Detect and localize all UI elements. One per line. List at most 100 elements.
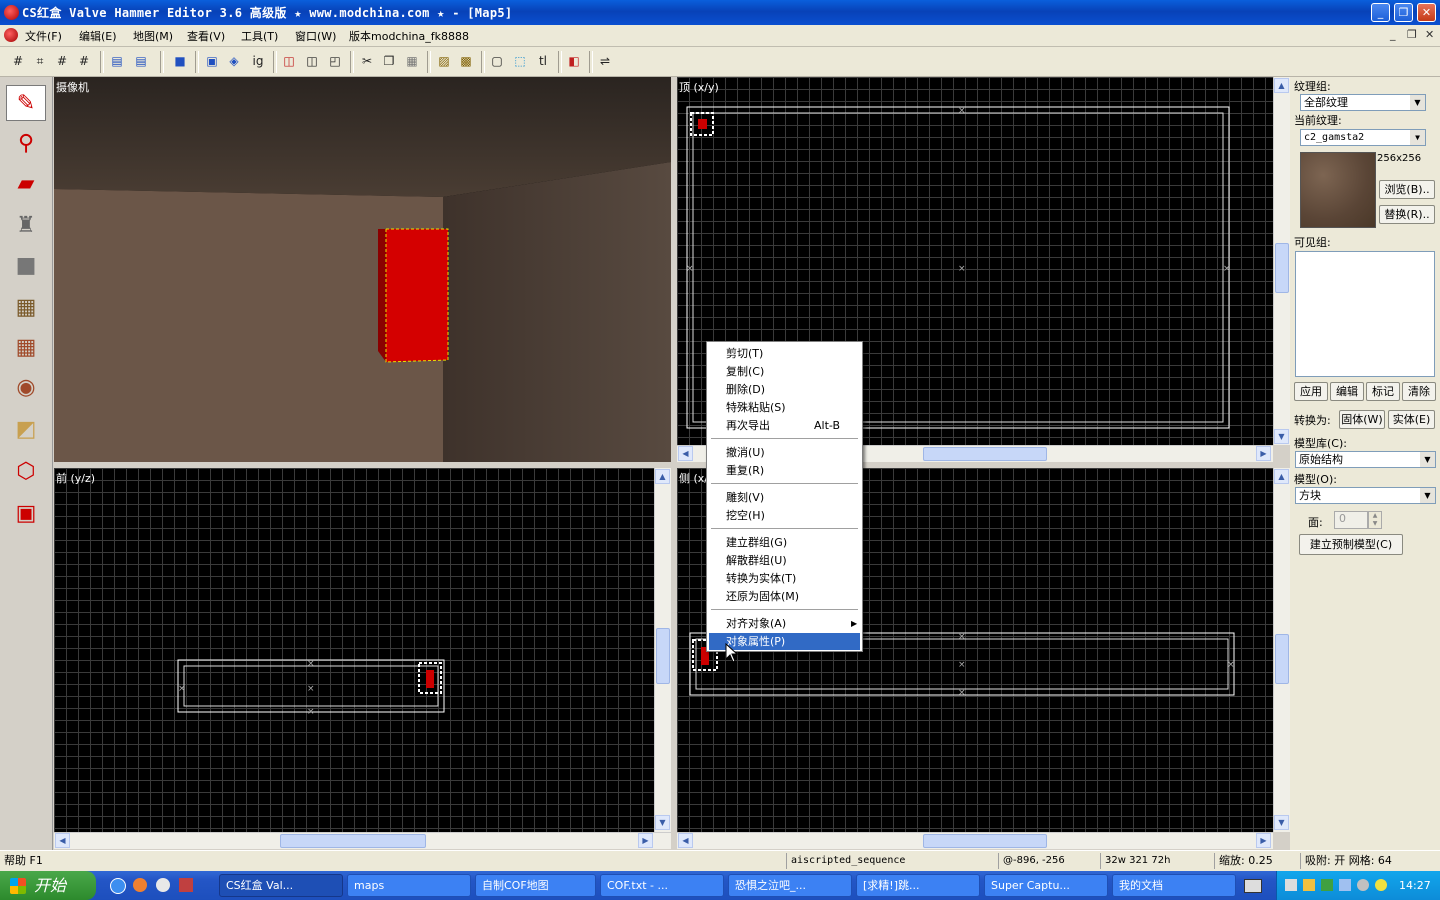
scroll-thumb[interactable] bbox=[656, 628, 670, 684]
start-button[interactable]: 开始 bbox=[0, 871, 96, 900]
menu-tools[interactable]: 工具(T) bbox=[241, 28, 278, 44]
prefab-lib-select[interactable]: 原始结构 ▼ bbox=[1295, 451, 1436, 468]
selection-tool-icon[interactable]: ✎ bbox=[6, 85, 46, 121]
camera-tool-icon[interactable]: ▰ bbox=[6, 165, 46, 201]
select-region-icon[interactable]: ⬚ bbox=[511, 52, 529, 70]
menu-item-redo[interactable]: 重复(R) bbox=[709, 462, 860, 479]
prefab-select[interactable]: 方块 ▼ bbox=[1295, 487, 1436, 504]
menu-edit[interactable]: 编辑(E) bbox=[79, 28, 117, 44]
menu-item-tie-to-entity[interactable]: 转换为实体(T) bbox=[709, 570, 860, 587]
selection-box-icon[interactable]: ◫ bbox=[280, 52, 298, 70]
scroll-up-icon[interactable]: ▲ bbox=[655, 469, 670, 484]
task-browser-2[interactable]: [求精!]跳... bbox=[856, 874, 980, 897]
path-tool-icon[interactable]: ▣ bbox=[6, 495, 46, 531]
menu-item-move-to-world[interactable]: 还原为固体(M) bbox=[709, 588, 860, 605]
menu-map[interactable]: 地图(M) bbox=[133, 28, 173, 44]
to-world-button[interactable]: 固体(W) bbox=[1339, 410, 1385, 429]
app-icon[interactable] bbox=[4, 5, 19, 20]
menu-item-group[interactable]: 建立群组(G) bbox=[709, 534, 860, 551]
apply-button[interactable]: 应用 bbox=[1294, 382, 1328, 401]
scroll-thumb[interactable] bbox=[280, 834, 426, 848]
flip-icon[interactable]: ◧ bbox=[565, 52, 583, 70]
tray-icon[interactable] bbox=[1303, 879, 1315, 891]
quicklaunch-icon[interactable] bbox=[156, 878, 170, 892]
hatch-icon[interactable]: ▨ bbox=[435, 52, 453, 70]
scroll-thumb[interactable] bbox=[1275, 634, 1289, 684]
ungroup-icon[interactable]: ▤ bbox=[132, 52, 150, 70]
camera-viewport[interactable]: 摄像机 bbox=[54, 77, 671, 462]
scroll-thumb[interactable] bbox=[923, 834, 1047, 848]
tray-icon[interactable] bbox=[1375, 879, 1387, 891]
menu-item-carve[interactable]: 雕刻(V) bbox=[709, 489, 860, 506]
hatch-select-icon[interactable]: ▩ bbox=[457, 52, 475, 70]
scroll-left-icon[interactable]: ◀ bbox=[55, 833, 70, 848]
carve-icon[interactable]: ■ bbox=[171, 52, 189, 70]
front-vertical-scrollbar[interactable]: ▲ ▼ bbox=[654, 468, 671, 832]
apply-texture-icon[interactable]: ▦ bbox=[6, 329, 46, 365]
ie-icon[interactable] bbox=[110, 878, 126, 894]
scroll-up-icon[interactable]: ▲ bbox=[1274, 469, 1289, 484]
paste-icon[interactable]: ▦ bbox=[403, 52, 421, 70]
texture-group-select[interactable]: 全部纹理 ▼ bbox=[1300, 94, 1426, 111]
menu-view[interactable]: 查看(V) bbox=[187, 28, 225, 44]
menu-item-paste-special[interactable]: 特殊粘贴(S) bbox=[709, 399, 860, 416]
scroll-down-icon[interactable]: ▼ bbox=[1274, 815, 1289, 830]
task-cof-txt[interactable]: COF.txt - ... bbox=[600, 874, 724, 897]
visgroup-list[interactable] bbox=[1295, 251, 1435, 377]
side-vertical-scrollbar[interactable]: ▲ ▼ bbox=[1273, 468, 1290, 832]
task-super-capture[interactable]: Super Captu... bbox=[984, 874, 1108, 897]
browse-button[interactable]: 浏览(B).. bbox=[1379, 180, 1435, 199]
vertex-tool-icon[interactable]: ⬡ bbox=[6, 453, 46, 489]
larger-grid-icon[interactable]: # bbox=[75, 52, 93, 70]
volume-icon[interactable] bbox=[1339, 879, 1351, 891]
front-horizontal-scrollbar[interactable]: ◀ ▶ bbox=[54, 832, 671, 849]
replace-button[interactable]: 替换(R).. bbox=[1379, 205, 1435, 224]
chevron-down-icon[interactable]: ▼ bbox=[1420, 488, 1435, 503]
scroll-left-icon[interactable]: ◀ bbox=[678, 833, 693, 848]
scroll-down-icon[interactable]: ▼ bbox=[655, 815, 670, 830]
align-icon[interactable]: ⇌ bbox=[596, 52, 614, 70]
firefox-icon[interactable] bbox=[133, 878, 147, 892]
current-texture-select[interactable]: c2_gamsta2 ▼ bbox=[1300, 129, 1426, 146]
scroll-left-icon[interactable]: ◀ bbox=[678, 446, 693, 461]
group-icon[interactable]: ▤ bbox=[108, 52, 126, 70]
hide-items-icon[interactable]: ▣ bbox=[203, 52, 221, 70]
chevron-down-icon[interactable]: ▼ bbox=[1420, 452, 1435, 467]
edit-button[interactable]: 编辑 bbox=[1330, 382, 1364, 401]
copy-icon[interactable]: ❐ bbox=[380, 52, 398, 70]
cube-solid-icon[interactable]: ◰ bbox=[326, 52, 344, 70]
task-browser-1[interactable]: 恐惧之泣吧_... bbox=[728, 874, 852, 897]
cube-outline-icon[interactable]: ◫ bbox=[303, 52, 321, 70]
scroll-right-icon[interactable]: ▶ bbox=[638, 833, 653, 848]
decal-tool-icon[interactable]: ◉ bbox=[6, 369, 46, 405]
cut-icon[interactable]: ✂ bbox=[358, 52, 376, 70]
chevron-down-icon[interactable]: ▼ bbox=[1410, 95, 1425, 110]
task-my-documents[interactable]: 我的文档 bbox=[1112, 874, 1236, 897]
minimize-button[interactable]: _ bbox=[1371, 3, 1390, 22]
texture-application-icon[interactable]: ▦ bbox=[6, 289, 46, 325]
doc-icon[interactable] bbox=[4, 28, 18, 42]
show-items-icon[interactable]: ◈ bbox=[225, 52, 243, 70]
mdi-minimize-button[interactable]: _ bbox=[1390, 28, 1396, 41]
menu-item-ungroup[interactable]: 解散群组(U) bbox=[709, 552, 860, 569]
chevron-down-icon[interactable]: ▼ bbox=[1410, 130, 1425, 145]
top-vertical-scrollbar[interactable]: ▲ ▼ bbox=[1273, 77, 1290, 445]
texture-lock-icon[interactable]: ig bbox=[249, 52, 267, 70]
tray-icon[interactable] bbox=[1357, 879, 1369, 891]
front-viewport[interactable]: × × × × 前 (y/z) bbox=[54, 468, 654, 832]
scroll-right-icon[interactable]: ▶ bbox=[1256, 833, 1271, 848]
menu-item-delete[interactable]: 删除(D) bbox=[709, 381, 860, 398]
scroll-thumb[interactable] bbox=[1275, 243, 1289, 293]
mdi-close-button[interactable]: ✕ bbox=[1425, 28, 1434, 41]
magnify-tool-icon[interactable]: ⚲ bbox=[6, 125, 46, 161]
entity-tool-icon[interactable]: ♜ bbox=[6, 207, 46, 243]
side-horizontal-scrollbar[interactable]: ◀ ▶ bbox=[677, 832, 1273, 849]
block-tool-icon[interactable]: ■ bbox=[6, 247, 46, 283]
tray-icon[interactable] bbox=[1321, 879, 1333, 891]
menu-item-export-again[interactable]: 再次导出 Alt-B bbox=[709, 417, 860, 434]
task-cof-maps[interactable]: 自制COF地图 bbox=[475, 874, 596, 897]
menu-item-copy[interactable]: 复制(C) bbox=[709, 363, 860, 380]
maximize-button[interactable]: ❐ bbox=[1394, 3, 1413, 22]
mark-button[interactable]: 标记 bbox=[1366, 382, 1400, 401]
task-hammer[interactable]: CS红盒 Val... bbox=[219, 874, 343, 897]
